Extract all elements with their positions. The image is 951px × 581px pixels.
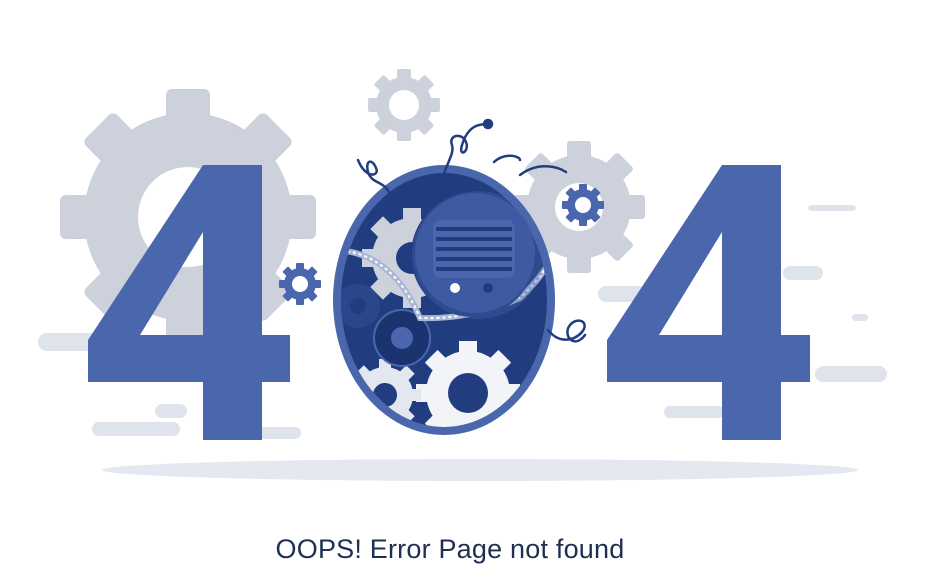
ground-shadow: [102, 459, 858, 481]
error-404-illustration: [38, 69, 887, 481]
small-gear-icon: [368, 69, 440, 141]
error-message: OOPS! Error Page not found: [275, 534, 625, 564]
robot-head-icon: [411, 191, 544, 319]
